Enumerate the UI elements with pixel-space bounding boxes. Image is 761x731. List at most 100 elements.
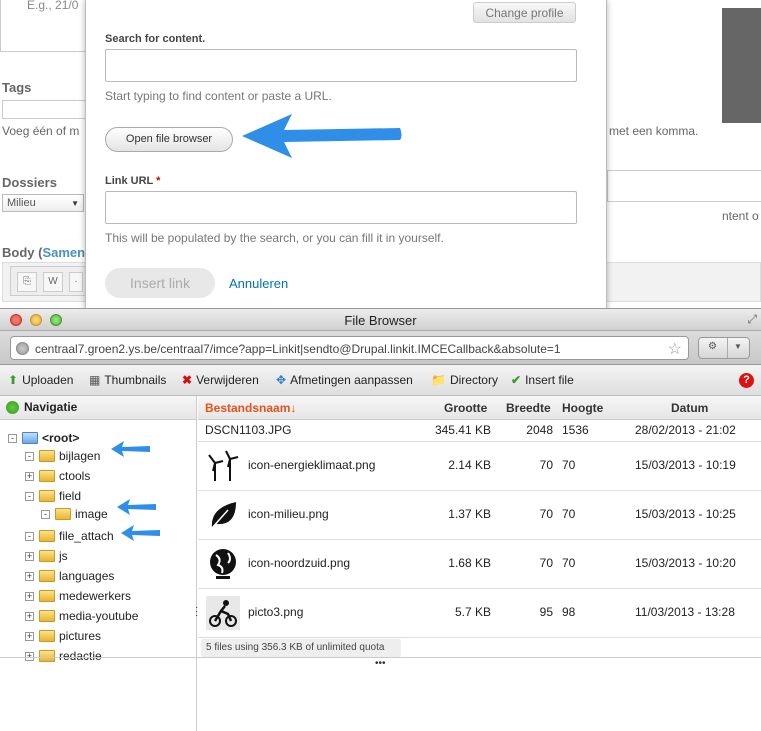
expand-icon[interactable]: + <box>25 572 34 581</box>
column-filename[interactable]: Bestandsnaam↓ <box>205 401 296 415</box>
date-field[interactable]: E.g., 21/0 <box>0 0 90 52</box>
right-side-field <box>607 170 761 202</box>
folder-icon <box>39 490 55 502</box>
right-hint: ntent o <box>722 209 759 223</box>
collapse-icon[interactable]: - <box>25 532 34 541</box>
tree-item-label: js <box>59 549 68 563</box>
tree-item-label: languages <box>59 569 115 583</box>
dossiers-select[interactable]: Milieu ▼ <box>2 194 84 212</box>
body-summary-link[interactable]: Samen <box>42 245 85 260</box>
insert-link-button[interactable]: Insert link <box>105 268 215 298</box>
cancel-link[interactable]: Annuleren <box>229 276 288 291</box>
expand-icon[interactable]: + <box>25 592 34 601</box>
table-row[interactable]: icon-noordzuid.png 1.68 KB 70 70 15/03/2… <box>198 540 761 589</box>
wind-turbine-icon <box>206 449 240 483</box>
expand-icon[interactable]: + <box>25 552 34 561</box>
tree-item-label: file_attach <box>59 529 114 543</box>
file-size: 1.68 KB <box>448 556 491 570</box>
table-row[interactable]: icon-energieklimaat.png 2.14 KB 70 70 15… <box>198 442 761 491</box>
tree-item-label: bijlagen <box>59 449 101 463</box>
file-list-pane: Bestandsnaam↓ Grootte Breedte Hoogte Dat… <box>198 396 761 731</box>
file-date: 28/02/2013 - 21:02 <box>635 423 736 437</box>
tags-label: Tags <box>2 80 32 95</box>
directory-button[interactable]: 📁 Directory <box>431 373 498 387</box>
link-url-input[interactable] <box>105 191 577 224</box>
paste-word-icon[interactable]: W <box>43 272 63 292</box>
imce-toolbar: ⬆ Uploaden ▦ Thumbnails ✖ Verwijderen ✥ Afme… <box>0 365 761 396</box>
table-row[interactable]: icon-milieu.png 1.37 KB 70 70 15/03/2013… <box>198 491 761 540</box>
folder-icon <box>39 530 55 542</box>
file-size: 1.37 KB <box>448 507 491 521</box>
directory-icon: 📁 <box>431 373 446 387</box>
chevron-down-icon: ▼ <box>734 342 742 351</box>
fullscreen-icon[interactable]: ⤢ <box>747 312 757 327</box>
plugin-menu-button[interactable]: ⚙ ▼ <box>698 337 750 359</box>
url-field[interactable]: centraal7.groen2.ys.be/centraal7/imce?ap… <box>10 336 689 360</box>
navigation-pane: Navigatie - <root> - bijlagen + ctools - fie… <box>0 396 198 731</box>
change-profile-button[interactable]: Change profile <box>473 2 576 23</box>
collapse-icon[interactable]: - <box>8 434 17 443</box>
open-file-browser-button[interactable]: Open file browser <box>105 127 233 152</box>
upload-label: Uploaden <box>22 373 74 387</box>
folder-icon <box>39 610 55 622</box>
file-height: 1536 <box>562 423 589 437</box>
delete-label: Verwijderen <box>196 373 259 387</box>
column-size[interactable]: Grootte <box>444 401 487 415</box>
navigation-title: Navigatie <box>24 400 78 414</box>
window-titlebar: File Browser ⤢ <box>0 309 761 331</box>
tree-item-label: redactie <box>59 649 102 663</box>
chevron-down-icon: ▼ <box>71 199 79 208</box>
folder-icon <box>39 590 55 602</box>
tree-item-label: image <box>75 507 108 521</box>
expand-icon[interactable]: + <box>25 472 34 481</box>
file-width: 70 <box>539 458 553 472</box>
resize-button[interactable]: ✥ Afmetingen aanpassen <box>276 373 413 387</box>
paste-text-icon[interactable]: ⎘ <box>17 272 37 292</box>
window-title: File Browser <box>344 313 417 328</box>
annotation-arrow-icon <box>117 499 156 515</box>
upload-button[interactable]: ⬆ Uploaden <box>8 373 73 387</box>
plugin-divider <box>727 338 728 358</box>
collapse-icon[interactable]: - <box>25 452 34 461</box>
file-name: icon-energieklimaat.png <box>248 458 376 472</box>
annotation-arrow-icon <box>111 441 150 457</box>
column-date[interactable]: Datum <box>671 401 708 415</box>
expand-icon[interactable]: + <box>25 612 34 621</box>
body-label-text: Body ( <box>2 245 43 260</box>
body-label: Body (Samen <box>2 245 85 260</box>
search-input[interactable] <box>105 49 577 82</box>
horizontal-splitter-handle[interactable]: ••• <box>375 658 386 669</box>
delete-button[interactable]: ✖ Verwijderen <box>182 373 259 387</box>
dossiers-select-value: Milieu <box>7 197 36 209</box>
tree-item-label: media-youtube <box>59 609 139 623</box>
table-row[interactable]: DSCN1103.JPG 345.41 KB 2048 1536 28/02/2… <box>198 420 761 442</box>
navigation-header: Navigatie <box>0 396 196 420</box>
collapse-icon[interactable]: - <box>41 510 50 519</box>
folder-icon <box>22 432 38 444</box>
thumbnails-button[interactable]: ▦ Thumbnails <box>89 373 166 387</box>
expand-icon[interactable]: + <box>25 632 34 641</box>
insert-file-label: Insert file <box>525 373 574 387</box>
bookmark-star-icon[interactable]: ☆ <box>668 339 682 359</box>
table-row[interactable]: picto3.png 5.7 KB 95 98 11/03/2013 - 13:… <box>198 589 761 638</box>
column-height[interactable]: Hoogte <box>562 401 603 415</box>
column-width[interactable]: Breedte <box>506 401 551 415</box>
file-height: 70 <box>562 556 576 570</box>
insert-file-button[interactable]: ✔ Insert file <box>511 373 574 387</box>
tags-input[interactable] <box>2 100 86 119</box>
globe-icon <box>206 547 240 581</box>
file-date: 15/03/2013 - 10:25 <box>635 507 736 521</box>
tree-item-label: <root> <box>42 431 80 445</box>
dark-overlay-edge <box>722 8 761 123</box>
file-name: icon-noordzuid.png <box>248 556 351 570</box>
upload-icon: ⬆ <box>8 373 19 387</box>
resize-label: Afmetingen aanpassen <box>290 373 413 387</box>
link-url-label-text: Link URL <box>105 175 154 187</box>
file-date: 15/03/2013 - 10:19 <box>635 458 736 472</box>
help-icon[interactable]: ? <box>739 373 754 388</box>
cyclist-icon <box>206 596 240 630</box>
tree-item-label: pictures <box>59 629 102 643</box>
search-label: Search for content. <box>105 33 206 45</box>
editor-more-icon[interactable]: · <box>69 272 83 292</box>
collapse-icon[interactable]: - <box>25 492 34 501</box>
